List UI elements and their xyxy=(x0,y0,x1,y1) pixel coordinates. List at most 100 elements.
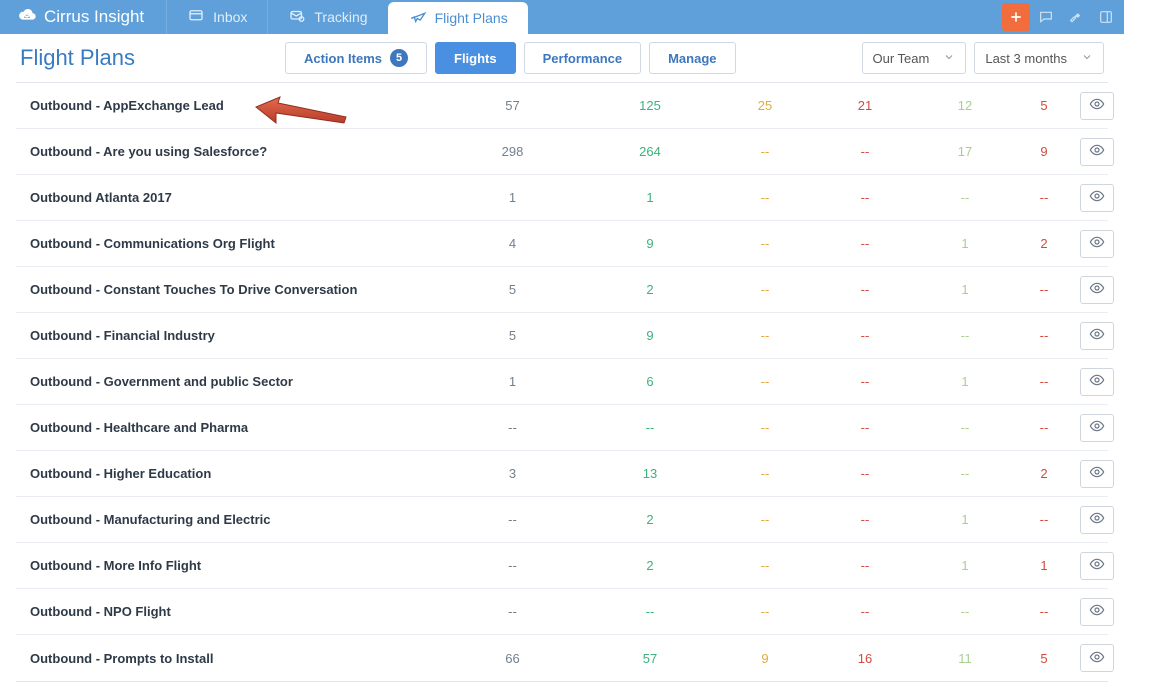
flight-name: Outbound - Healthcare and Pharma xyxy=(30,420,440,435)
view-button[interactable] xyxy=(1080,138,1114,166)
col-5: 1 xyxy=(915,374,1015,389)
table-row[interactable]: Outbound Atlanta 2017 1 1 -- -- -- -- xyxy=(16,175,1108,221)
col-2: 2 xyxy=(585,558,715,573)
view-button[interactable] xyxy=(1080,276,1114,304)
eye-icon xyxy=(1089,142,1105,161)
flight-name: Outbound - Higher Education xyxy=(30,466,440,481)
col-1: 4 xyxy=(440,236,585,251)
tracking-icon xyxy=(288,7,306,28)
col-2: 6 xyxy=(585,374,715,389)
col-3: -- xyxy=(715,144,815,159)
table-row[interactable]: Outbound - Constant Touches To Drive Con… xyxy=(16,267,1108,313)
flight-name: Outbound - Financial Industry xyxy=(30,328,440,343)
eye-icon xyxy=(1089,326,1105,345)
col-3: -- xyxy=(715,236,815,251)
table-row[interactable]: Outbound - Higher Education 3 13 -- -- -… xyxy=(16,451,1108,497)
top-nav: Inbox Tracking Flight Plans xyxy=(166,0,528,34)
col-2: 1 xyxy=(585,190,715,205)
table-row[interactable]: Outbound - Government and public Sector … xyxy=(16,359,1108,405)
col-5: -- xyxy=(915,190,1015,205)
nav-tracking[interactable]: Tracking xyxy=(267,0,387,34)
col-3: -- xyxy=(715,282,815,297)
col-4: -- xyxy=(815,604,915,619)
col-2: 9 xyxy=(585,236,715,251)
col-5: 1 xyxy=(915,558,1015,573)
period-select[interactable]: Last 3 months xyxy=(974,42,1104,74)
col-6: -- xyxy=(1015,282,1073,297)
col-1: 5 xyxy=(440,328,585,343)
col-4: -- xyxy=(815,512,915,527)
eye-icon xyxy=(1089,96,1105,115)
view-button[interactable] xyxy=(1080,552,1114,580)
eye-icon xyxy=(1089,234,1105,253)
eye-icon xyxy=(1089,602,1105,621)
table-row[interactable]: Outbound - Healthcare and Pharma -- -- -… xyxy=(16,405,1108,451)
flight-name: Outbound - Constant Touches To Drive Con… xyxy=(30,282,440,297)
page-title: Flight Plans xyxy=(20,45,135,71)
col-4: -- xyxy=(815,420,915,435)
col-1: 3 xyxy=(440,466,585,481)
panel-icon[interactable] xyxy=(1092,3,1120,31)
view-button[interactable] xyxy=(1080,322,1114,350)
table-row[interactable]: Outbound - Communications Org Flight 4 9… xyxy=(16,221,1108,267)
table-row[interactable]: Outbound - NPO Flight -- -- -- -- -- -- xyxy=(16,589,1108,635)
col-6: -- xyxy=(1015,604,1073,619)
table-row[interactable]: Outbound - Manufacturing and Electric --… xyxy=(16,497,1108,543)
chat-icon[interactable] xyxy=(1032,3,1060,31)
col-1: -- xyxy=(440,604,585,619)
tab-manage[interactable]: Manage xyxy=(649,42,735,74)
view-button[interactable] xyxy=(1080,644,1114,672)
col-1: -- xyxy=(440,420,585,435)
col-1: 57 xyxy=(440,98,585,113)
col-4: -- xyxy=(815,236,915,251)
flight-name: Outbound - Manufacturing and Electric xyxy=(30,512,440,527)
view-button[interactable] xyxy=(1080,92,1114,120)
eye-icon xyxy=(1089,464,1105,483)
col-4: 21 xyxy=(815,98,915,113)
flight-name: Outbound - Government and public Sector xyxy=(30,374,440,389)
tab-action-items[interactable]: Action Items 5 xyxy=(285,42,427,74)
view-button[interactable] xyxy=(1080,598,1114,626)
flight-name: Outbound - More Info Flight xyxy=(30,558,440,573)
team-select[interactable]: Our Team xyxy=(862,42,967,74)
flight-name: Outbound - Are you using Salesforce? xyxy=(30,144,440,159)
flight-name: Outbound - AppExchange Lead xyxy=(30,98,440,113)
eye-icon xyxy=(1089,510,1105,529)
col-3: -- xyxy=(715,558,815,573)
col-1: 298 xyxy=(440,144,585,159)
table-row[interactable]: Outbound - More Info Flight -- 2 -- -- 1… xyxy=(16,543,1108,589)
col-6: 1 xyxy=(1015,558,1073,573)
view-button[interactable] xyxy=(1080,230,1114,258)
col-5: 1 xyxy=(915,236,1015,251)
view-button[interactable] xyxy=(1080,460,1114,488)
view-button[interactable] xyxy=(1080,414,1114,442)
col-1: 1 xyxy=(440,190,585,205)
view-button[interactable] xyxy=(1080,184,1114,212)
col-5: 12 xyxy=(915,98,1015,113)
flight-name: Outbound - Communications Org Flight xyxy=(30,236,440,251)
nav-inbox[interactable]: Inbox xyxy=(166,0,267,34)
view-button[interactable] xyxy=(1080,368,1114,396)
add-button[interactable] xyxy=(1002,3,1030,31)
tab-action-items-label: Action Items xyxy=(304,51,382,66)
toolbar: Flight Plans Action Items 5 Flights Perf… xyxy=(0,34,1124,82)
table-row[interactable]: Outbound - Financial Industry 5 9 -- -- … xyxy=(16,313,1108,359)
view-button[interactable] xyxy=(1080,506,1114,534)
col-1: -- xyxy=(440,512,585,527)
col-6: -- xyxy=(1015,374,1073,389)
col-2: 125 xyxy=(585,98,715,113)
topbar-right xyxy=(1002,3,1124,31)
table-row[interactable]: Outbound - Prompts to Install 66 57 9 16… xyxy=(16,635,1108,681)
table-row[interactable]: Outbound - Are you using Salesforce? 298… xyxy=(16,129,1108,175)
wrench-icon[interactable] xyxy=(1062,3,1090,31)
col-3: -- xyxy=(715,466,815,481)
eye-icon xyxy=(1089,418,1105,437)
tab-performance[interactable]: Performance xyxy=(524,42,641,74)
team-select-value: Our Team xyxy=(873,51,930,66)
tab-flights[interactable]: Flights xyxy=(435,42,516,74)
eye-icon xyxy=(1089,556,1105,575)
nav-flight-plans[interactable]: Flight Plans xyxy=(388,2,528,34)
cloud-mail-icon xyxy=(16,4,38,31)
table-row[interactable]: Outbound - AppExchange Lead 57 125 25 21… xyxy=(16,83,1108,129)
eye-icon xyxy=(1089,280,1105,299)
